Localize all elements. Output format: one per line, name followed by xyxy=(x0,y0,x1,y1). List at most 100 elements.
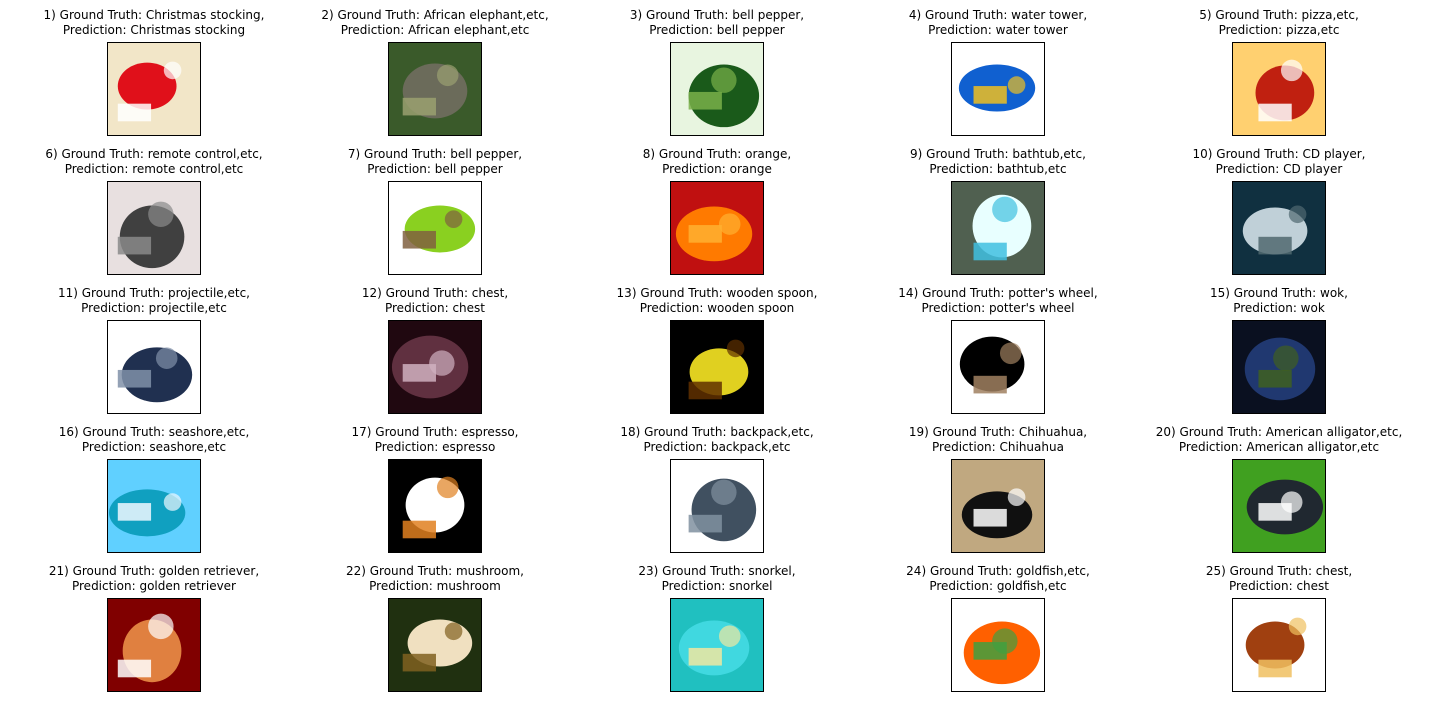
prediction-label: Prediction: bell pepper xyxy=(649,23,785,37)
panel-caption: 23) Ground Truth: snorkel, Prediction: sn… xyxy=(567,564,867,594)
prediction-label: Prediction: water tower xyxy=(928,23,1068,37)
panel: 7) Ground Truth: bell pepper, Prediction:… xyxy=(285,147,585,287)
panel: 5) Ground Truth: pizza,etc, Prediction: p… xyxy=(1129,8,1429,148)
prediction-label: Prediction: CD player xyxy=(1215,162,1343,176)
ground-truth-label: 6) Ground Truth: remote control,etc, xyxy=(45,147,263,161)
golden-retriever-image xyxy=(107,598,201,692)
panel-caption: 1) Ground Truth: Christmas stocking, Pred… xyxy=(4,8,304,38)
panel: 1) Ground Truth: Christmas stocking, Pred… xyxy=(4,8,304,148)
ground-truth-label: 7) Ground Truth: bell pepper, xyxy=(347,147,523,161)
panel-caption: 18) Ground Truth: backpack,etc, Predictio… xyxy=(567,425,867,455)
panel-caption: 12) Ground Truth: chest, Prediction: ches… xyxy=(285,286,585,316)
ground-truth-label: 13) Ground Truth: wooden spoon, xyxy=(616,286,818,300)
panel: 24) Ground Truth: goldfish,etc, Predictio… xyxy=(848,564,1148,704)
panel-caption: 10) Ground Truth: CD player, Prediction: … xyxy=(1129,147,1429,177)
chest-image xyxy=(388,320,482,414)
panel-caption: 19) Ground Truth: Chihuahua, Prediction: … xyxy=(848,425,1148,455)
panel-caption: 4) Ground Truth: water tower, Prediction:… xyxy=(848,8,1148,38)
panel: 19) Ground Truth: Chihuahua, Prediction: … xyxy=(848,425,1148,565)
prediction-label: Prediction: mushroom xyxy=(369,579,501,593)
ground-truth-label: 10) Ground Truth: CD player, xyxy=(1192,147,1366,161)
prediction-label: Prediction: seashore,etc xyxy=(81,440,227,454)
ground-truth-label: 19) Ground Truth: Chihuahua, xyxy=(908,425,1088,439)
panel: 25) Ground Truth: chest, Prediction: ches… xyxy=(1129,564,1429,704)
christmas-stocking-image xyxy=(107,42,201,136)
ground-truth-label: 21) Ground Truth: golden retriever, xyxy=(48,564,260,578)
prediction-label: Prediction: pizza,etc xyxy=(1218,23,1340,37)
panel: 21) Ground Truth: golden retriever, Predi… xyxy=(4,564,304,704)
mushroom-image xyxy=(388,598,482,692)
prediction-label: Prediction: golden retriever xyxy=(71,579,236,593)
prediction-label: Prediction: espresso xyxy=(374,440,496,454)
panel-caption: 9) Ground Truth: bathtub,etc, Prediction:… xyxy=(848,147,1148,177)
ground-truth-label: 1) Ground Truth: Christmas stocking, xyxy=(43,8,265,22)
chest-image xyxy=(1232,598,1326,692)
prediction-label: Prediction: Christmas stocking xyxy=(62,23,246,37)
prediction-label: Prediction: wok xyxy=(1233,301,1325,315)
panel-caption: 2) Ground Truth: African elephant,etc, Pr… xyxy=(285,8,585,38)
panel-caption: 7) Ground Truth: bell pepper, Prediction:… xyxy=(285,147,585,177)
elephant-image xyxy=(388,42,482,136)
espresso-image xyxy=(388,459,482,553)
prediction-label: Prediction: goldfish,etc xyxy=(929,579,1067,593)
panel-caption: 8) Ground Truth: orange, Prediction: oran… xyxy=(567,147,867,177)
panel-caption: 14) Ground Truth: potter's wheel, Predict… xyxy=(848,286,1148,316)
potters-wheel-image xyxy=(951,320,1045,414)
chihuahua-image xyxy=(951,459,1045,553)
panel: 9) Ground Truth: bathtub,etc, Prediction:… xyxy=(848,147,1148,287)
panel: 4) Ground Truth: water tower, Prediction:… xyxy=(848,8,1148,148)
panel: 3) Ground Truth: bell pepper, Prediction:… xyxy=(567,8,867,148)
panel-caption: 17) Ground Truth: espresso, Prediction: e… xyxy=(285,425,585,455)
panel: 11) Ground Truth: projectile,etc, Predict… xyxy=(4,286,304,426)
ground-truth-label: 2) Ground Truth: African elephant,etc, xyxy=(321,8,549,22)
panel-caption: 20) Ground Truth: American alligator,etc… xyxy=(1129,425,1429,455)
panel-caption: 3) Ground Truth: bell pepper, Prediction:… xyxy=(567,8,867,38)
remote-control-image xyxy=(107,181,201,275)
panel: 23) Ground Truth: snorkel, Prediction: sn… xyxy=(567,564,867,704)
panel: 8) Ground Truth: orange, Prediction: oran… xyxy=(567,147,867,287)
ground-truth-label: 14) Ground Truth: potter's wheel, xyxy=(898,286,1098,300)
panel-caption: 22) Ground Truth: mushroom, Prediction: m… xyxy=(285,564,585,594)
cd-player-image xyxy=(1232,181,1326,275)
ground-truth-label: 12) Ground Truth: chest, xyxy=(361,286,509,300)
seashore-image xyxy=(107,459,201,553)
bathtub-image xyxy=(951,181,1045,275)
ground-truth-label: 11) Ground Truth: projectile,etc, xyxy=(57,286,250,300)
panel-caption: 21) Ground Truth: golden retriever, Predi… xyxy=(4,564,304,594)
prediction-label: Prediction: chest xyxy=(1228,579,1329,593)
panel: 6) Ground Truth: remote control,etc, Pred… xyxy=(4,147,304,287)
panel: 17) Ground Truth: espresso, Prediction: e… xyxy=(285,425,585,565)
pizza-image xyxy=(1232,42,1326,136)
goldfish-image xyxy=(951,598,1045,692)
prediction-label: Prediction: bell pepper xyxy=(367,162,503,176)
ground-truth-label: 8) Ground Truth: orange, xyxy=(642,147,792,161)
panel: 2) Ground Truth: African elephant,etc, Pr… xyxy=(285,8,585,148)
panel-caption: 16) Ground Truth: seashore,etc, Predictio… xyxy=(4,425,304,455)
prediction-label: Prediction: snorkel xyxy=(661,579,773,593)
prediction-label: Prediction: backpack,etc xyxy=(643,440,791,454)
prediction-label: Prediction: bathtub,etc xyxy=(929,162,1067,176)
panel: 22) Ground Truth: mushroom, Prediction: m… xyxy=(285,564,585,704)
ground-truth-label: 16) Ground Truth: seashore,etc, xyxy=(58,425,250,439)
ground-truth-label: 24) Ground Truth: goldfish,etc, xyxy=(906,564,1090,578)
panel: 20) Ground Truth: American alligator,etc… xyxy=(1129,425,1429,565)
ground-truth-label: 4) Ground Truth: water tower, xyxy=(908,8,1088,22)
panel: 12) Ground Truth: chest, Prediction: ches… xyxy=(285,286,585,426)
panel: 10) Ground Truth: CD player, Prediction: … xyxy=(1129,147,1429,287)
orange-image xyxy=(670,181,764,275)
panel-caption: 25) Ground Truth: chest, Prediction: ches… xyxy=(1129,564,1429,594)
prediction-label: Prediction: remote control,etc xyxy=(64,162,244,176)
panel: 13) Ground Truth: wooden spoon, Predictio… xyxy=(567,286,867,426)
ground-truth-label: 3) Ground Truth: bell pepper, xyxy=(629,8,805,22)
prediction-label: Prediction: Chihuahua xyxy=(932,440,1064,454)
ground-truth-label: 23) Ground Truth: snorkel, xyxy=(638,564,796,578)
panel: 14) Ground Truth: potter's wheel, Predict… xyxy=(848,286,1148,426)
panel-caption: 24) Ground Truth: goldfish,etc, Predictio… xyxy=(848,564,1148,594)
prediction-label: Prediction: potter's wheel xyxy=(921,301,1075,315)
snorkel-image xyxy=(670,598,764,692)
panel-caption: 11) Ground Truth: projectile,etc, Predict… xyxy=(4,286,304,316)
panel: 15) Ground Truth: wok, Prediction: wok xyxy=(1129,286,1429,426)
panel-caption: 6) Ground Truth: remote control,etc, Pred… xyxy=(4,147,304,177)
ground-truth-label: 25) Ground Truth: chest, xyxy=(1205,564,1353,578)
wok-image xyxy=(1232,320,1326,414)
